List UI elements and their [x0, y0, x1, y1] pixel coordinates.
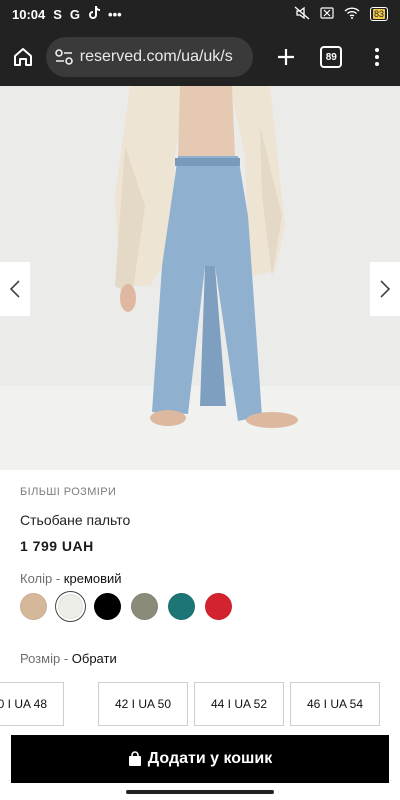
status-bar: 10:04 S G ••• 83	[0, 0, 400, 28]
shopping-bag-icon	[128, 751, 141, 766]
home-icon	[13, 48, 32, 66]
battery-level: 83	[372, 9, 385, 19]
color-swatches	[20, 593, 232, 620]
url-bar[interactable]: reserved.com/ua/uk/s	[45, 37, 253, 77]
color-swatch-beige[interactable]	[20, 593, 47, 620]
url-text: reserved.com/ua/uk/s	[79, 48, 233, 65]
tab-switcher-button[interactable]: 89	[308, 28, 354, 86]
size-options: 40 I UA 48 42 I UA 50 44 I UA 52 46 I UA…	[0, 682, 400, 726]
size-option[interactable]: 44 I UA 52	[194, 682, 284, 726]
site-settings-icon[interactable]	[54, 48, 74, 66]
battery-icon: 83	[369, 7, 388, 21]
color-label: Колір - кремовий	[20, 571, 122, 586]
product-category[interactable]: БІЛЬШІ РОЗМІРИ	[20, 486, 116, 498]
status-time: 10:04	[12, 6, 46, 22]
previous-image-button[interactable]	[0, 262, 30, 316]
product-title: Стьобане пальто	[20, 512, 131, 528]
more-notifications-icon: •••	[108, 6, 122, 22]
product-price: 1 799 UAH	[20, 538, 94, 554]
new-tab-button[interactable]	[263, 28, 309, 86]
menu-button[interactable]	[354, 28, 400, 86]
home-indicator[interactable]	[126, 790, 274, 794]
size-label: Розмір - Обрати	[20, 651, 117, 666]
size-select-prompt[interactable]: Обрати	[72, 651, 117, 666]
mute-icon	[294, 6, 310, 23]
selected-color: кремовий	[63, 571, 122, 586]
tiktok-icon	[88, 6, 101, 22]
home-button[interactable]	[0, 28, 46, 86]
wifi-icon	[344, 6, 360, 22]
more-vert-icon	[375, 48, 380, 66]
color-swatch-olive[interactable]	[131, 593, 158, 620]
add-to-cart-button[interactable]: Додати у кошик	[11, 735, 389, 783]
size-option[interactable]: 42 I UA 50	[98, 682, 188, 726]
plus-icon	[277, 49, 294, 65]
chevron-left-icon	[9, 280, 20, 298]
s-app-icon: S	[53, 6, 62, 22]
next-image-button[interactable]	[370, 262, 400, 316]
color-swatch-red[interactable]	[205, 593, 232, 620]
color-swatch-teal[interactable]	[168, 593, 195, 620]
color-swatch-cream[interactable]	[58, 594, 83, 619]
product-photo	[0, 86, 400, 470]
product-image[interactable]	[0, 86, 400, 470]
sim-off-icon	[320, 6, 334, 22]
color-swatch-black[interactable]	[94, 593, 121, 620]
browser-toolbar: reserved.com/ua/uk/s 89	[0, 28, 400, 86]
size-option[interactable]: 40 I UA 48	[0, 682, 64, 726]
size-label-text: Розмір	[20, 651, 61, 666]
tabs-count: 89	[320, 46, 343, 68]
g-app-icon: G	[69, 6, 81, 22]
add-to-cart-label: Додати у кошик	[147, 750, 273, 767]
color-label-text: Колір	[20, 571, 53, 586]
chevron-right-icon	[380, 280, 391, 298]
size-option[interactable]: 46 I UA 54	[290, 682, 380, 726]
